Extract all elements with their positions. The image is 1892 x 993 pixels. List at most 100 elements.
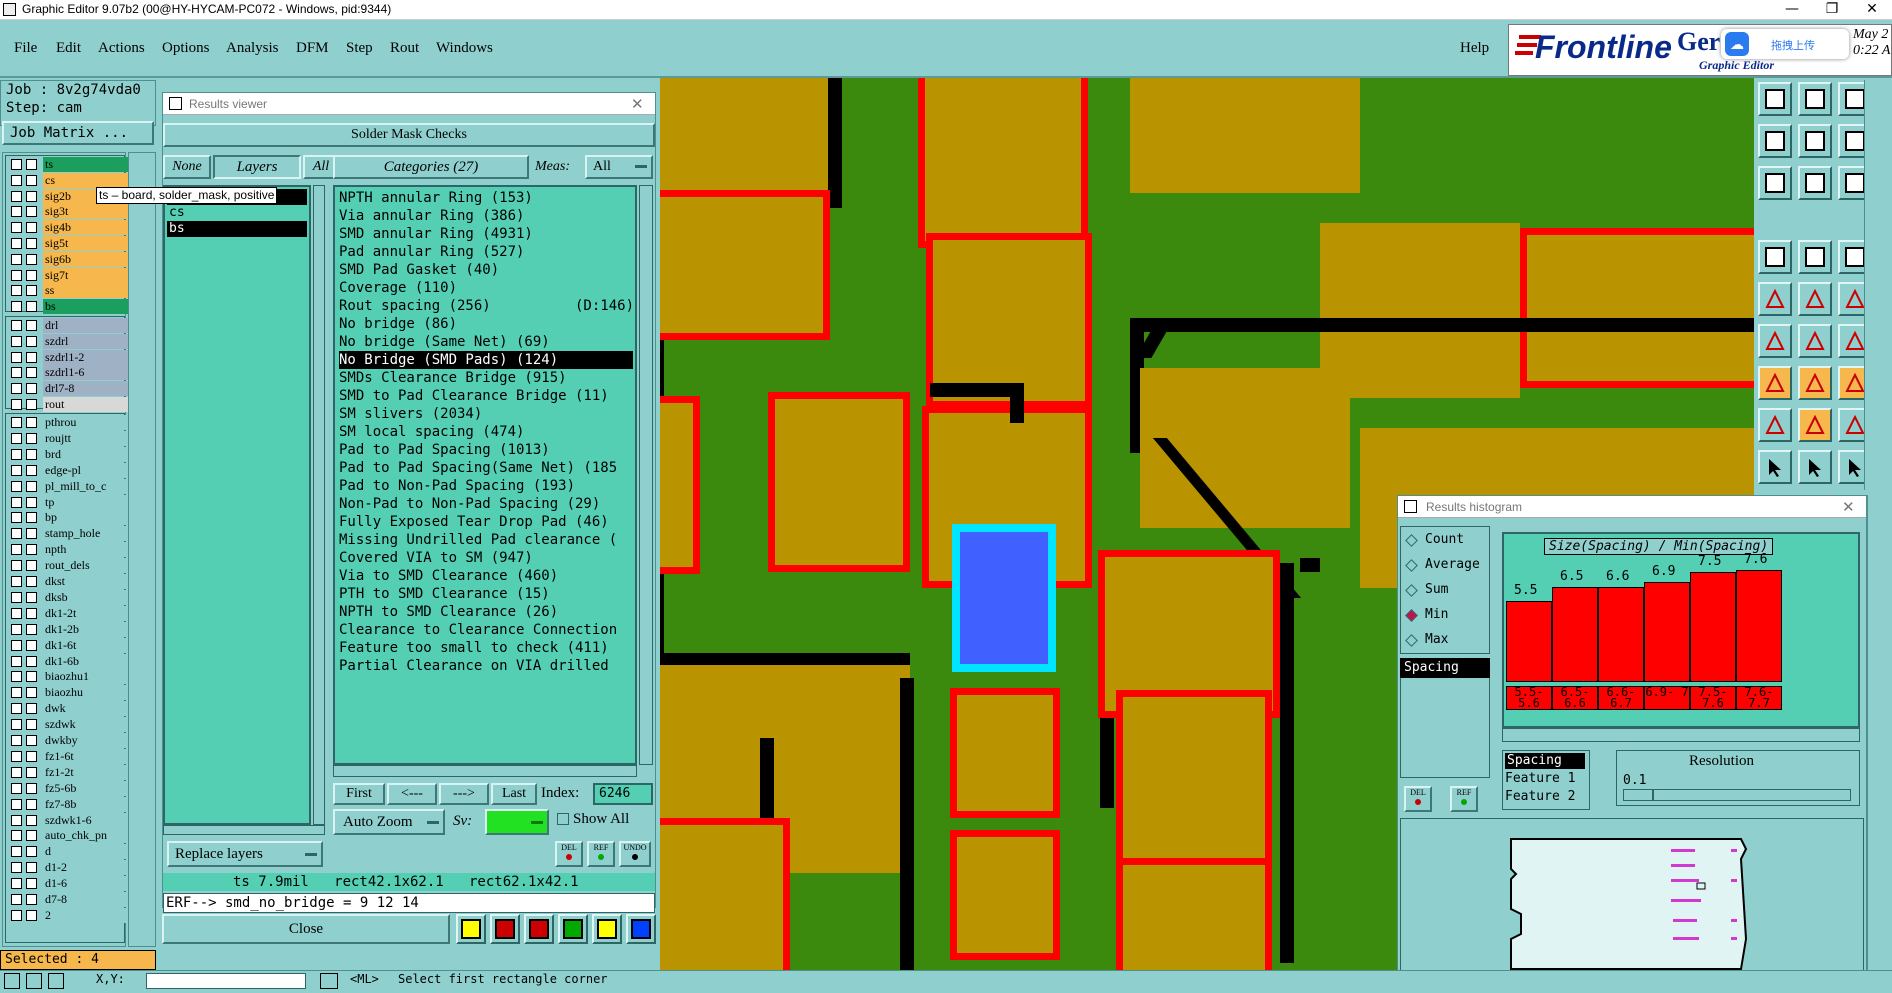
layer-affected-checkbox[interactable] (26, 894, 37, 905)
layer-name[interactable]: d (43, 844, 131, 860)
layer-item-cs[interactable]: cs (167, 205, 307, 221)
viewer-action-button[interactable] (592, 914, 622, 944)
del-button[interactable]: DEL (555, 841, 583, 867)
category-item[interactable]: Via annular Ring (386) (339, 207, 633, 225)
layer-row[interactable]: fz1-2t (9, 764, 131, 780)
menu-windows[interactable]: Windows (436, 40, 493, 57)
layer-row[interactable]: dk1-2t (9, 605, 131, 621)
layer-visible-checkbox[interactable] (11, 623, 22, 635)
layer-visible-checkbox[interactable] (11, 367, 22, 379)
layer-name[interactable]: fz1-2t (43, 764, 131, 780)
layer-row[interactable]: pl_mill_to_c (9, 478, 131, 494)
layer-name[interactable]: dwk (43, 701, 131, 717)
layer-visible-checkbox[interactable] (11, 383, 22, 395)
auto-zoom-select[interactable]: Auto Zoom (333, 809, 445, 835)
layer-name[interactable]: dk1-2t (43, 605, 131, 621)
index-field[interactable]: 6246 (593, 783, 653, 805)
layer-affected-checkbox[interactable] (26, 480, 37, 492)
category-item[interactable]: SMD to Pad Clearance Bridge (11) (339, 387, 633, 405)
tool-button[interactable] (1798, 166, 1832, 200)
close-button[interactable]: Close (162, 914, 450, 944)
category-item[interactable]: NPTH annular Ring (153) (339, 189, 633, 207)
layer-visible-checkbox[interactable] (11, 703, 22, 715)
viewer-action-button[interactable] (524, 914, 554, 944)
menu-actions[interactable]: Actions (98, 40, 145, 57)
layer-name[interactable]: szdwk1-6 (43, 812, 131, 828)
sv-color-select[interactable] (485, 809, 549, 835)
category-item[interactable]: Partial Clearance on VIA drilled (339, 657, 633, 675)
layer-name[interactable]: szdrl (43, 333, 131, 349)
radio-icon[interactable] (1405, 559, 1418, 572)
layer-affected-checkbox[interactable] (26, 528, 37, 540)
radio-icon[interactable] (1405, 609, 1418, 622)
board-overview[interactable] (1400, 818, 1864, 988)
layer-item-bs[interactable]: bs (167, 221, 307, 237)
layer-affected-checkbox[interactable] (26, 174, 37, 186)
layer-affected-checkbox[interactable] (26, 222, 37, 234)
chart-hscroll[interactable] (1502, 728, 1860, 742)
category-item[interactable]: SMD Pad Gasket (40) (339, 261, 633, 279)
layer-visible-checkbox[interactable] (11, 639, 22, 651)
menu-analysis[interactable]: Analysis (226, 40, 279, 57)
last-button[interactable]: Last (491, 783, 537, 805)
tool-button[interactable] (1758, 366, 1792, 400)
layer-visible-checkbox[interactable] (11, 159, 22, 170)
tool-button[interactable] (1798, 450, 1832, 484)
layer-name[interactable]: tp (43, 494, 131, 510)
layer-affected-checkbox[interactable] (26, 544, 37, 556)
layer-row[interactable]: biaozhu (9, 685, 131, 701)
tool-button[interactable] (1758, 324, 1792, 358)
layer-name[interactable]: biaozhu1 (43, 669, 131, 685)
category-item[interactable]: Pad to Pad Spacing(Same Net) (185 (339, 459, 633, 477)
field-feature2[interactable]: Feature 2 (1505, 789, 1575, 804)
aggregate-option-average[interactable]: Average (1405, 556, 1489, 576)
category-item[interactable]: Feature too small to check (411) (339, 639, 633, 657)
upload-widget[interactable]: ☁ 拖拽上传 (1721, 29, 1849, 59)
layer-visible-checkbox[interactable] (11, 576, 22, 587)
layer-row[interactable]: d1-6 (9, 876, 131, 892)
layer-affected-checkbox[interactable] (26, 623, 37, 635)
layer-list-hscroll[interactable] (163, 825, 325, 835)
layer-affected-checkbox[interactable] (26, 464, 37, 476)
categories-scrollbar[interactable] (639, 185, 653, 765)
layer-affected-checkbox[interactable] (26, 285, 37, 297)
menu-edit[interactable]: Edit (56, 40, 81, 57)
layer-visible-checkbox[interactable] (11, 846, 22, 858)
layer-name[interactable]: biaozhu (43, 685, 131, 701)
layer-row[interactable]: bp (9, 510, 131, 526)
layer-name[interactable]: sig3t (43, 204, 131, 220)
ref-button[interactable]: REF (587, 841, 615, 867)
layer-row[interactable]: biaozhu1 (9, 669, 131, 685)
layer-row[interactable]: sig5t (9, 236, 131, 251)
layer-row[interactable]: roujtt (9, 430, 131, 446)
layer-visible-checkbox[interactable] (11, 269, 22, 281)
layer-row[interactable]: brd (9, 446, 131, 462)
layer-affected-checkbox[interactable] (26, 238, 37, 249)
layer-row[interactable]: npth (9, 542, 131, 558)
layer-visible-checkbox[interactable] (11, 560, 22, 572)
layer-visible-checkbox[interactable] (11, 528, 22, 540)
layer-affected-checkbox[interactable] (26, 269, 37, 281)
layer-affected-checkbox[interactable] (26, 448, 37, 460)
category-item[interactable]: Coverage (110) (339, 279, 633, 297)
layer-visible-checkbox[interactable] (11, 464, 22, 476)
layer-affected-checkbox[interactable] (26, 766, 37, 778)
layer-visible-checkbox[interactable] (11, 735, 22, 746)
category-item[interactable]: Pad to Non-Pad Spacing (193) (339, 477, 633, 495)
category-item[interactable]: Covered VIA to SM (947) (339, 549, 633, 567)
category-item[interactable]: Pad to Pad Spacing (1013) (339, 441, 633, 459)
viewer-action-button[interactable] (626, 914, 656, 944)
layer-name[interactable]: sig7t (43, 267, 131, 283)
layer-name[interactable]: dk1-6t (43, 637, 131, 653)
viewer-action-button[interactable] (456, 914, 486, 944)
layer-row[interactable]: tp (9, 494, 131, 510)
layer-affected-checkbox[interactable] (26, 798, 37, 810)
layer-row[interactable]: sig7t (9, 267, 131, 283)
layer-row[interactable]: dk1-6b (9, 653, 131, 669)
layer-name[interactable]: d7-8 (43, 892, 131, 907)
layer-row[interactable]: dkst (9, 574, 131, 589)
measure-list[interactable] (1400, 678, 1490, 778)
layer-name[interactable]: fz1-6t (43, 748, 131, 764)
layer-affected-checkbox[interactable] (26, 830, 37, 842)
layer-name[interactable]: edge-pl (43, 462, 131, 478)
